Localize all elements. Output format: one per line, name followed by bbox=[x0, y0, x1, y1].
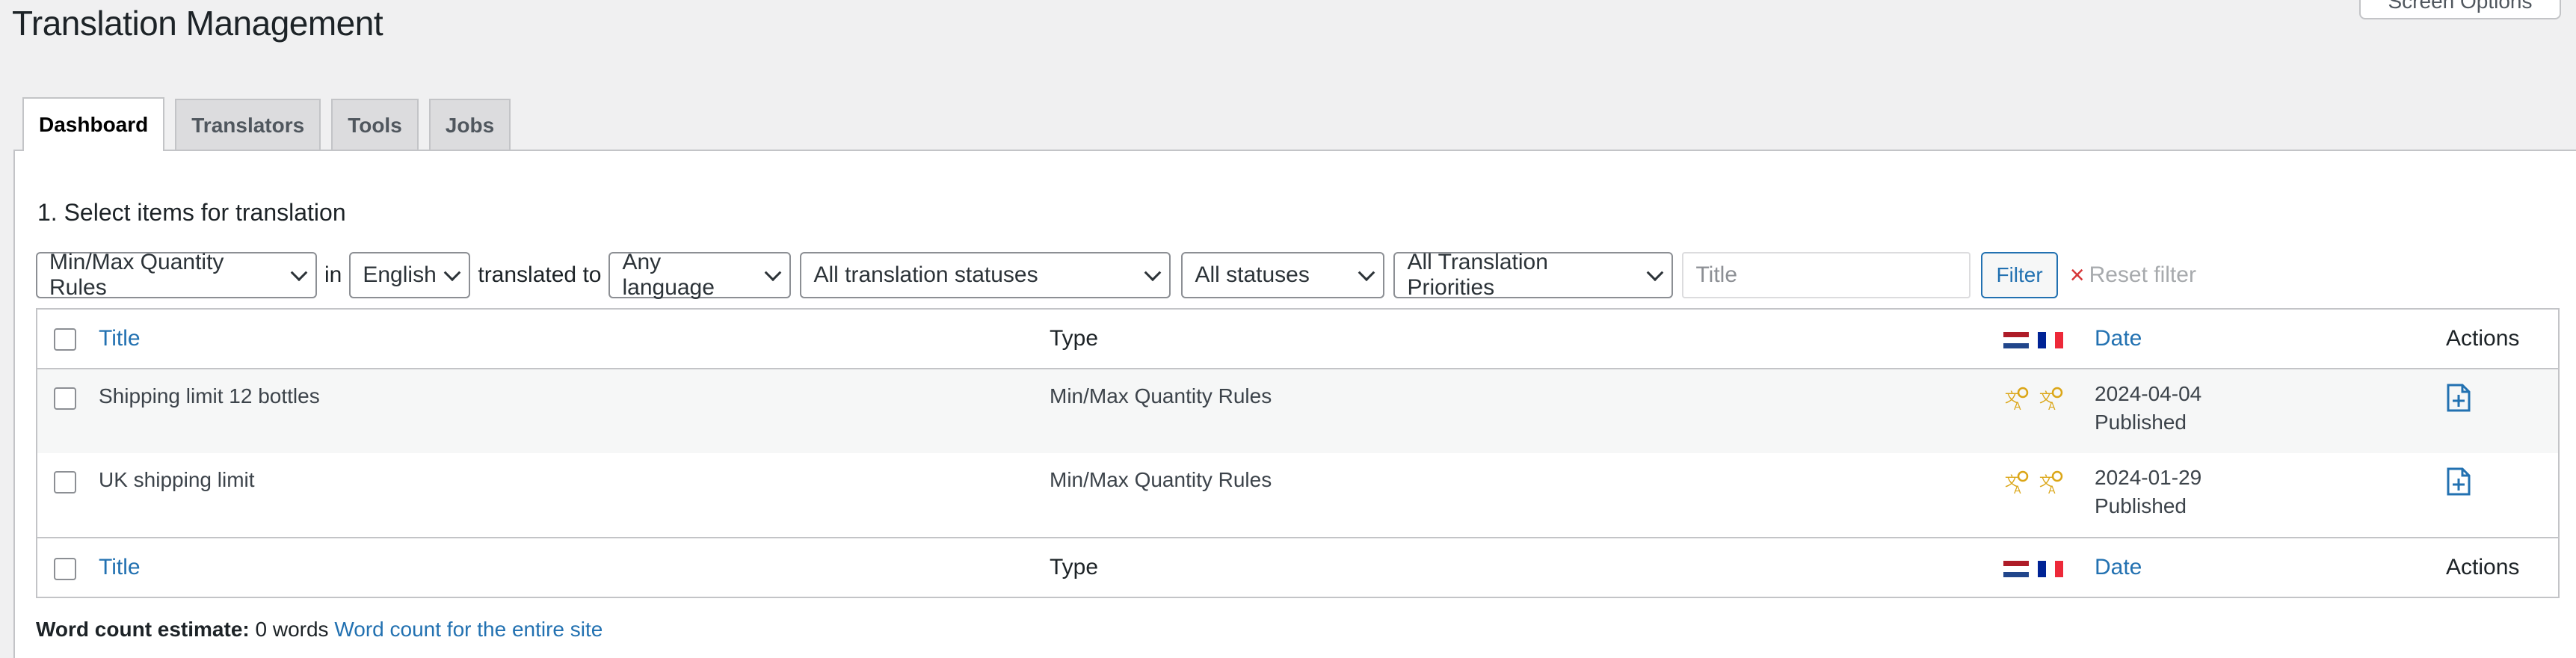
items-table: Title Type Date Actions Shipping limit 1… bbox=[36, 308, 2560, 598]
row-type: Min/Max Quantity Rules bbox=[1050, 468, 1272, 491]
translation-status-select[interactable]: All translation statuses bbox=[800, 252, 1171, 298]
chevron-down-icon bbox=[765, 264, 782, 282]
row-title: Shipping limit 12 bottles bbox=[99, 384, 320, 408]
language-flags bbox=[2003, 561, 2063, 577]
date-column-footer[interactable]: Date bbox=[2095, 555, 2142, 580]
table-footer-row: Title Type Date Actions bbox=[37, 537, 2558, 598]
table-row: Shipping limit 12 bottles Min/Max Quanti… bbox=[37, 369, 2558, 453]
row-date: 2024-04-04 bbox=[2095, 382, 2202, 405]
row-checkbox[interactable] bbox=[54, 471, 76, 494]
tab-tools[interactable]: Tools bbox=[331, 99, 419, 151]
select-all-checkbox[interactable] bbox=[54, 328, 76, 351]
chevron-down-icon bbox=[1647, 264, 1664, 282]
word-count-label: Word count estimate: bbox=[36, 618, 250, 641]
svg-text:A: A bbox=[2014, 401, 2021, 411]
status-value: All statuses bbox=[1195, 262, 1310, 287]
date-column-header[interactable]: Date bbox=[2095, 326, 2142, 351]
type-select[interactable]: Min/Max Quantity Rules bbox=[36, 250, 317, 300]
priority-value: All Translation Priorities bbox=[1407, 250, 1548, 300]
status-select[interactable]: All statuses bbox=[1181, 252, 1385, 298]
translation-status-icons: 文A 文A bbox=[2003, 470, 2063, 495]
in-label: in bbox=[324, 262, 342, 287]
type-column-footer: Type bbox=[1050, 555, 1099, 579]
title-column-footer[interactable]: Title bbox=[99, 555, 141, 580]
select-all-checkbox-footer[interactable] bbox=[54, 558, 76, 580]
type-select-value: Min/Max Quantity Rules bbox=[49, 250, 224, 300]
row-type: Min/Max Quantity Rules bbox=[1050, 384, 1272, 408]
svg-text:A: A bbox=[2048, 401, 2056, 411]
chevron-down-icon bbox=[444, 264, 461, 282]
page-title: Translation Management bbox=[12, 4, 383, 43]
priority-select[interactable]: All Translation Priorities bbox=[1393, 250, 1674, 300]
translated-to-label: translated to bbox=[478, 262, 602, 287]
close-icon: × bbox=[2069, 260, 2085, 289]
tab-translators[interactable]: Translators bbox=[175, 99, 321, 151]
reset-filter-label: Reset filter bbox=[2089, 262, 2196, 287]
tab-jobs[interactable]: Jobs bbox=[428, 99, 511, 151]
reset-filter-link[interactable]: × Reset filter bbox=[2070, 261, 2196, 290]
tab-bar: Dashboard Translators Tools Jobs bbox=[22, 97, 511, 151]
actions-column-footer: Actions bbox=[2446, 555, 2520, 579]
translation-needed-icon[interactable]: 文A bbox=[2003, 470, 2029, 495]
translation-status-value: All translation statuses bbox=[813, 262, 1038, 287]
target-language-select[interactable]: Any language bbox=[608, 250, 792, 300]
title-column-header[interactable]: Title bbox=[99, 326, 141, 351]
svg-text:A: A bbox=[2014, 485, 2021, 495]
france-flag-icon bbox=[2038, 332, 2063, 348]
france-flag-icon bbox=[2038, 561, 2063, 577]
row-date-cell: 2024-01-29 Published bbox=[2095, 464, 2201, 520]
row-date-cell: 2024-04-04 Published bbox=[2095, 380, 2201, 437]
title-search-input[interactable]: Title bbox=[1682, 252, 1971, 298]
actions-column-header: Actions bbox=[2446, 326, 2520, 351]
row-checkbox[interactable] bbox=[54, 387, 76, 410]
filter-bar: Min/Max Quantity Rules in English transl… bbox=[36, 250, 2196, 300]
netherlands-flag-icon bbox=[2003, 561, 2029, 577]
table-row: UK shipping limit Min/Max Quantity Rules… bbox=[37, 453, 2558, 537]
word-count-site-link[interactable]: Word count for the entire site bbox=[334, 618, 603, 641]
table-header-row: Title Type Date Actions bbox=[37, 310, 2558, 369]
translation-status-icons: 文A 文A bbox=[2003, 386, 2063, 411]
type-column-header: Type bbox=[1050, 326, 1099, 351]
row-title: UK shipping limit bbox=[99, 468, 255, 491]
target-language-value: Any language bbox=[622, 250, 715, 300]
add-to-basket-icon[interactable] bbox=[2446, 383, 2471, 413]
row-status: Published bbox=[2095, 494, 2187, 517]
language-flags bbox=[2003, 332, 2063, 348]
translation-needed-icon[interactable]: 文A bbox=[2038, 386, 2063, 411]
netherlands-flag-icon bbox=[2003, 332, 2029, 348]
translation-needed-icon[interactable]: 文A bbox=[2038, 470, 2063, 495]
chevron-down-icon bbox=[1358, 264, 1375, 282]
svg-text:A: A bbox=[2048, 485, 2056, 495]
word-count-estimate: Word count estimate: 0 words Word count … bbox=[36, 618, 603, 642]
chevron-down-icon bbox=[290, 264, 308, 282]
row-date: 2024-01-29 bbox=[2095, 466, 2202, 489]
source-language-select[interactable]: English bbox=[349, 252, 471, 298]
word-count-value: 0 words bbox=[255, 618, 329, 641]
translation-needed-icon[interactable]: 文A bbox=[2003, 386, 2029, 411]
source-language-value: English bbox=[363, 262, 437, 287]
tab-dashboard[interactable]: Dashboard bbox=[22, 97, 165, 151]
row-status: Published bbox=[2095, 411, 2187, 434]
screen-options-button[interactable]: Screen Options bbox=[2359, 0, 2561, 19]
add-to-basket-icon[interactable] bbox=[2446, 467, 2471, 496]
section-title: 1. Select items for translation bbox=[37, 199, 346, 226]
filter-button[interactable]: Filter bbox=[1981, 252, 2058, 298]
chevron-down-icon bbox=[1144, 264, 1162, 282]
